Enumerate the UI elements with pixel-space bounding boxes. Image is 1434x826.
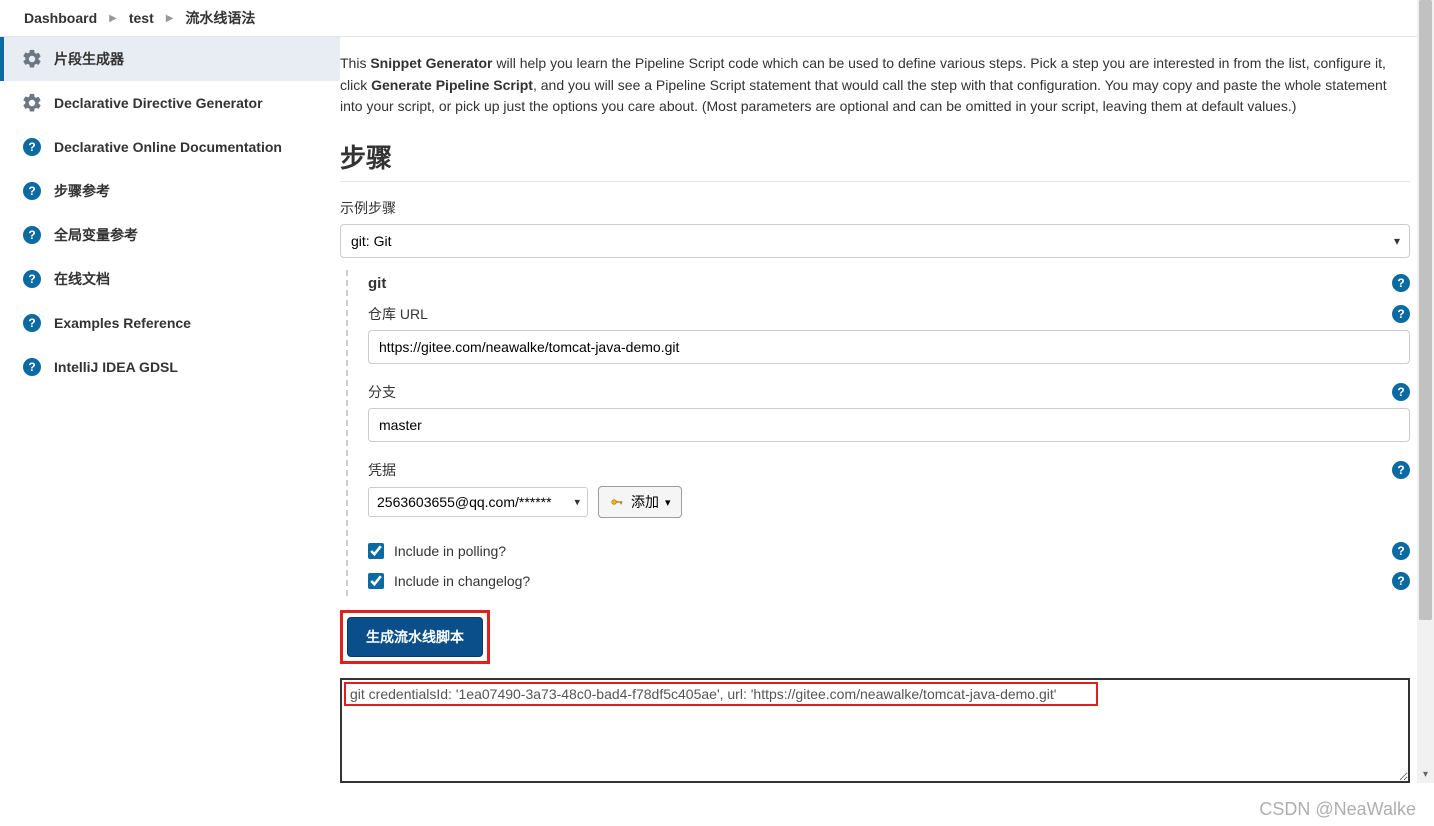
chevron-right-icon: ▶ — [166, 13, 174, 24]
step-name-git: git — [368, 275, 386, 292]
include-changelog-checkbox[interactable]: Include in changelog? — [368, 573, 530, 589]
help-icon[interactable]: ? — [1392, 383, 1410, 401]
sample-step-select[interactable]: git: Git — [340, 224, 1410, 258]
main-content: This Snippet Generator will help you lea… — [340, 37, 1434, 826]
help-icon[interactable]: ? — [1392, 572, 1410, 590]
breadcrumb-pipeline-syntax[interactable]: 流水线语法 — [185, 8, 255, 28]
help-icon: ? — [20, 135, 44, 159]
sidebar-item-declarative-online-docs[interactable]: ? Declarative Online Documentation — [0, 125, 340, 169]
pipeline-script-output[interactable]: git credentialsId: '1ea07490-3a73-48c0-b… — [340, 678, 1410, 783]
watermark-text: CSDN @NeaWalke — [1259, 799, 1416, 820]
help-icon: ? — [20, 311, 44, 335]
sidebar-item-label: Declarative Directive Generator — [54, 95, 263, 111]
scrollbar-track[interactable]: ▴ ▾ — [1417, 0, 1434, 783]
sidebar-item-label: 片段生成器 — [54, 49, 124, 69]
help-icon: ? — [20, 355, 44, 379]
sidebar-item-label: 步骤参考 — [54, 181, 110, 201]
help-icon[interactable]: ? — [1392, 274, 1410, 292]
gear-icon — [20, 91, 44, 115]
help-icon: ? — [20, 267, 44, 291]
add-credentials-button[interactable]: 添加 ▾ — [598, 486, 682, 518]
sidebar-item-label: 在线文档 — [54, 269, 110, 289]
help-icon: ? — [20, 179, 44, 203]
scroll-down-arrow-icon[interactable]: ▾ — [1417, 766, 1434, 783]
chevron-right-icon: ▶ — [109, 13, 117, 24]
sidebar-item-global-vars-reference[interactable]: ? 全局变量参考 — [0, 213, 340, 257]
sample-step-label: 示例步骤 — [340, 198, 1410, 218]
sidebar-item-label: Declarative Online Documentation — [54, 139, 282, 155]
repo-url-label: 仓库 URL — [368, 304, 428, 324]
sidebar-item-declarative-directive-generator[interactable]: Declarative Directive Generator — [0, 81, 340, 125]
credentials-label: 凭据 — [368, 460, 396, 480]
help-icon[interactable]: ? — [1392, 542, 1410, 560]
branch-input[interactable] — [368, 408, 1410, 442]
polling-checkbox-input[interactable] — [368, 543, 384, 559]
sidebar-item-steps-reference[interactable]: ? 步骤参考 — [0, 169, 340, 213]
help-icon: ? — [20, 223, 44, 247]
breadcrumb-test[interactable]: test — [129, 10, 154, 26]
sidebar-item-label: 全局变量参考 — [54, 225, 138, 245]
chevron-down-icon: ▾ — [665, 496, 671, 509]
include-polling-checkbox[interactable]: Include in polling? — [368, 543, 506, 559]
credentials-select[interactable]: 2563603655@qq.com/****** — [368, 487, 588, 517]
sidebar-item-examples-reference[interactable]: ? Examples Reference — [0, 301, 340, 345]
intro-text: This Snippet Generator will help you lea… — [340, 53, 1410, 118]
breadcrumb: Dashboard ▶ test ▶ 流水线语法 — [0, 0, 1434, 37]
section-title-steps: 步骤 — [340, 138, 1410, 182]
gear-icon — [20, 47, 44, 71]
key-icon — [609, 495, 625, 509]
help-icon[interactable]: ? — [1392, 461, 1410, 479]
sidebar: 片段生成器 Declarative Directive Generator ? … — [0, 37, 340, 826]
sidebar-item-label: Examples Reference — [54, 315, 191, 331]
branch-label: 分支 — [368, 382, 396, 402]
changelog-checkbox-input[interactable] — [368, 573, 384, 589]
generate-pipeline-script-button[interactable]: 生成流水线脚本 — [347, 617, 483, 657]
sidebar-item-online-docs[interactable]: ? 在线文档 — [0, 257, 340, 301]
scrollbar-thumb[interactable] — [1419, 0, 1432, 620]
sidebar-item-label: IntelliJ IDEA GDSL — [54, 359, 178, 375]
sidebar-item-snippet-generator[interactable]: 片段生成器 — [0, 37, 340, 81]
annotation-highlight: 生成流水线脚本 — [340, 610, 490, 664]
breadcrumb-dashboard[interactable]: Dashboard — [24, 10, 97, 26]
repo-url-input[interactable] — [368, 330, 1410, 364]
sidebar-item-intellij-gdsl[interactable]: ? IntelliJ IDEA GDSL — [0, 345, 340, 389]
help-icon[interactable]: ? — [1392, 305, 1410, 323]
